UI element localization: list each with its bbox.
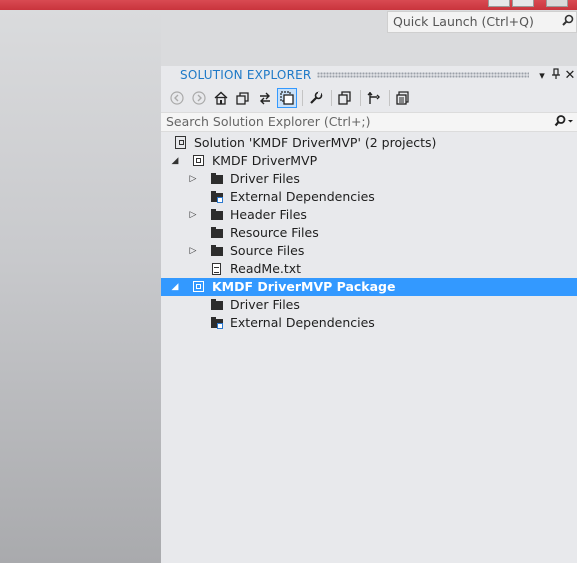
home-icon[interactable] [211,88,231,108]
folder-icon [211,227,223,238]
toolbar-separator [331,90,332,106]
tree-row-folder[interactable]: External Dependencies [161,314,577,332]
toolbar-separator [360,90,361,106]
maximize-button[interactable] [512,0,534,7]
tree-row-label: Source Files [230,243,305,258]
toolbar-separator [389,90,390,106]
solution-tree: Solution 'KMDF DriverMVP' (2 projects) ◢… [161,134,577,332]
solution-icon [175,136,186,149]
tree-row-folder[interactable]: Resource Files [161,224,577,242]
folder-icon [211,209,223,220]
external-dependencies-icon [211,317,223,329]
dropdown-arrow-icon[interactable]: ▾ [535,69,549,82]
panel-title: SOLUTION EXPLORER [180,68,312,82]
sync-icon[interactable] [255,88,275,108]
tree-row-label: Solution 'KMDF DriverMVP' (2 projects) [194,135,437,150]
collapse-all-icon[interactable] [335,88,355,108]
tree-row-folder[interactable]: ▷ Driver Files [161,170,577,188]
close-icon[interactable]: ✕ [563,68,577,83]
tree-row-folder[interactable]: Driver Files [161,296,577,314]
search-icon[interactable] [554,113,574,136]
solution-explorer-panel: SOLUTION EXPLORER ▾ ✕ Search Solution Ex… [161,66,577,563]
package-project-icon [193,281,204,292]
editor-area [0,10,161,563]
tree-row-solution[interactable]: Solution 'KMDF DriverMVP' (2 projects) [161,134,577,152]
tree-row-label: ReadMe.txt [230,261,302,276]
external-dependencies-icon [211,191,223,203]
tree-row-label: Resource Files [230,225,319,240]
tree-row-label: Driver Files [230,297,300,312]
search-solution-explorer-input[interactable]: Search Solution Explorer (Ctrl+;) [161,112,577,132]
panel-header: SOLUTION EXPLORER ▾ ✕ [161,66,577,84]
pending-changes-icon[interactable] [364,88,384,108]
tree-row-label: Header Files [230,207,307,222]
expand-arrow-icon[interactable]: ▷ [188,242,198,260]
properties-wrench-icon[interactable] [306,88,326,108]
back-icon[interactable] [167,88,187,108]
pin-icon[interactable] [549,67,563,83]
collapse-arrow-icon[interactable]: ◢ [170,152,180,170]
tree-row-label: Driver Files [230,171,300,186]
tree-row-label: KMDF DriverMVP [212,153,318,168]
tree-row-project[interactable]: ◢ KMDF DriverMVP [161,152,577,170]
project-icon [193,155,204,166]
tree-row-label: KMDF DriverMVP Package [212,279,396,294]
close-window-button[interactable] [546,0,568,7]
search-icon [562,12,574,36]
expand-arrow-icon[interactable]: ▷ [188,206,198,224]
solution-explorer-toolbar [161,86,577,110]
tree-row-label: External Dependencies [230,315,375,330]
text-file-icon [212,263,221,275]
expand-arrow-icon[interactable]: ▷ [188,170,198,188]
tree-row-label: External Dependencies [230,189,375,204]
folder-icon [211,173,223,184]
quick-launch-placeholder: Quick Launch (Ctrl+Q) [393,14,534,29]
preview-icon[interactable] [393,88,413,108]
tree-row-project-selected[interactable]: ◢ KMDF DriverMVP Package [161,278,577,296]
tree-row-folder[interactable]: External Dependencies [161,188,577,206]
toolbar-separator [302,90,303,106]
search-placeholder: Search Solution Explorer (Ctrl+;) [166,114,371,129]
switch-views-icon[interactable] [233,88,253,108]
tree-row-folder[interactable]: ▷ Source Files [161,242,577,260]
tree-row-file[interactable]: ReadMe.txt [161,260,577,278]
forward-icon[interactable] [189,88,209,108]
minimize-button[interactable] [488,0,510,7]
panel-drag-handle[interactable] [317,72,529,78]
collapse-arrow-icon[interactable]: ◢ [170,278,180,296]
folder-icon [211,245,223,256]
folder-icon [211,299,223,310]
quick-launch-input[interactable]: Quick Launch (Ctrl+Q) [387,11,577,33]
show-all-files-icon[interactable] [277,88,297,108]
tree-row-folder[interactable]: ▷ Header Files [161,206,577,224]
